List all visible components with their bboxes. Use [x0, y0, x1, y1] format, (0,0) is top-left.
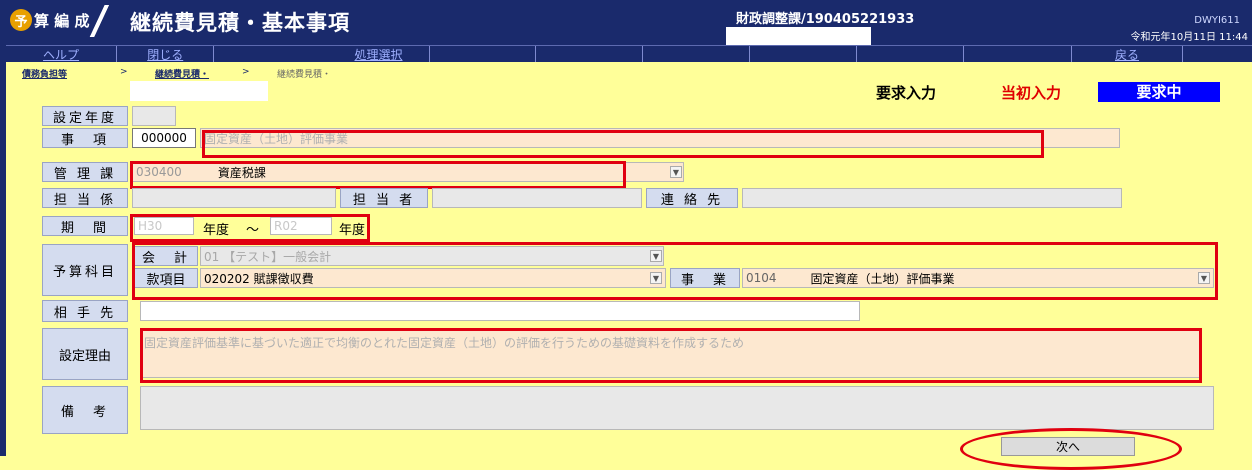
menu-blank-3: [536, 46, 643, 62]
menu-close[interactable]: 閉じる: [117, 46, 215, 62]
staff-section-label: 担 当 係: [42, 188, 128, 208]
menu-back[interactable]: 戻る: [1072, 46, 1183, 62]
reason-label: 設定理由: [42, 328, 128, 380]
highlight-dept: [130, 161, 626, 189]
setting-year-field[interactable]: [132, 106, 176, 126]
highlight-reason: [140, 328, 1202, 383]
person-label: 担 当 者: [340, 188, 428, 208]
screen-id: DWYI611: [1194, 15, 1240, 26]
partner-field[interactable]: [140, 301, 860, 321]
status-request-input: 要求入力: [876, 84, 937, 102]
highlight-period: [130, 214, 370, 242]
menu-blank-6: [857, 46, 965, 62]
menu-blank-4: [643, 46, 751, 62]
menu-process-select[interactable]: 処理選択: [328, 46, 430, 62]
menu-blank-5: [750, 46, 858, 62]
contact-field[interactable]: [742, 188, 1122, 208]
left-edge-strip: [0, 0, 6, 456]
page-title: 継続費見積・基本事項: [130, 11, 350, 35]
highlight-item-name: [202, 130, 1044, 158]
status-badge: 要求中: [1098, 82, 1220, 102]
menu-blank-2: [430, 46, 536, 62]
highlight-budget: [132, 242, 1218, 300]
breadcrumb-continuing-cost[interactable]: 継続費見積・: [155, 67, 209, 80]
department-user: 財政調整課/190405221933: [736, 12, 915, 27]
staff-section-field[interactable]: [132, 188, 336, 208]
item-label: 事 項: [42, 128, 128, 148]
remarks-label: 備 考: [42, 386, 128, 434]
item-code-field[interactable]: 000000: [132, 128, 196, 148]
breadcrumb-sep-1: >: [120, 67, 128, 77]
contact-label: 連 絡 先: [646, 188, 738, 208]
period-label: 期 間: [42, 216, 128, 236]
setting-year-label: 設定年度: [42, 106, 128, 126]
partner-label: 相 手 先: [42, 300, 128, 322]
breadcrumb-current: 継続費見積・: [277, 70, 332, 80]
highlight-next: [960, 428, 1182, 470]
menu-blank-1: [214, 46, 328, 62]
header-slash-decoration: [86, 5, 112, 37]
redacted-box-2: [130, 81, 268, 101]
budget-label: 予算科目: [42, 244, 128, 296]
redacted-box: [726, 27, 871, 45]
remarks-textarea[interactable]: [140, 386, 1214, 430]
dept-label: 管 理 課: [42, 162, 128, 182]
app-logo: 予 算 編 成: [10, 8, 89, 32]
breadcrumb-sep-2: >: [242, 67, 250, 77]
logo-text: 算 編 成: [34, 11, 90, 30]
breadcrumb-debt[interactable]: 債務負担等: [22, 67, 67, 80]
status-initial-input: 当初入力: [1001, 84, 1062, 102]
chevron-down-icon[interactable]: ▼: [670, 166, 682, 178]
logo-mark: 予: [10, 9, 32, 31]
menu-blank-8: [1183, 46, 1252, 62]
person-field[interactable]: [432, 188, 642, 208]
menu-help[interactable]: ヘルプ: [6, 46, 118, 62]
menu-blank-7: [964, 46, 1073, 62]
datetime: 令和元年10月11日 11:44: [1130, 32, 1248, 43]
menu-bar: ヘルプ 閉じる 処理選択 戻る: [6, 45, 1252, 62]
